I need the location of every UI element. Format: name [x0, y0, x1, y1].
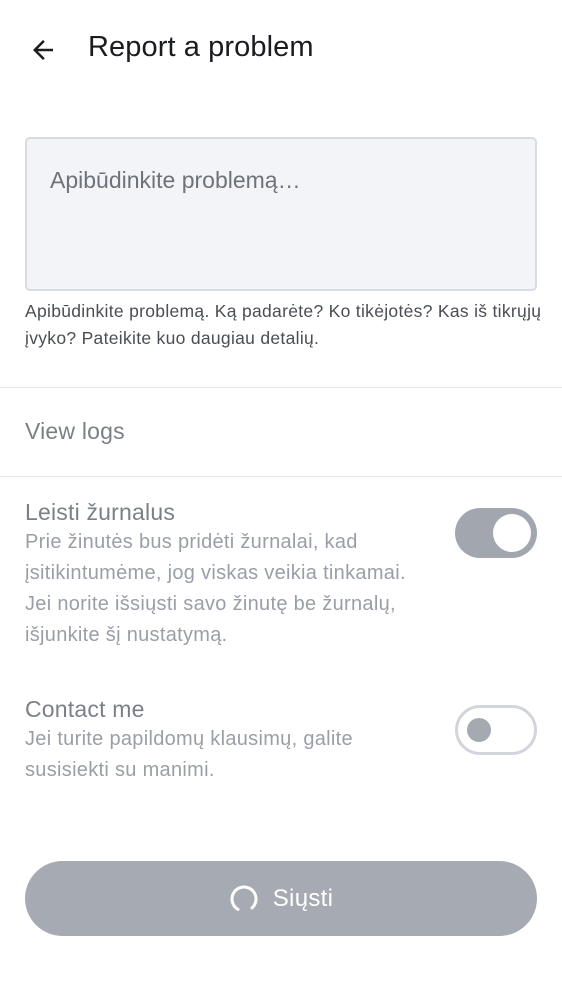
app-bar: Report a problem [0, 0, 562, 100]
arrow-left-icon [33, 40, 53, 60]
description-helper-text: Apibūdinkite problemą. Ką padarėte? Ko t… [25, 301, 542, 348]
send-button-label: Siųsti [272, 884, 334, 912]
problem-description-field[interactable] [25, 137, 537, 291]
view-logs-label: View logs [25, 418, 125, 444]
view-logs-button[interactable]: View logs [0, 388, 562, 476]
problem-description-input[interactable] [27, 139, 535, 289]
back-button[interactable] [22, 29, 64, 71]
setting-allow-logs: Leisti žurnalus Prie žinutės bus pridėti… [25, 497, 537, 651]
setting-allow-logs-description: Prie žinutės bus pridėti žurnalai, kad į… [25, 531, 406, 646]
page-title: Report a problem [88, 31, 314, 63]
setting-contact-me: Contact me Jei turite papildomų klausimų… [25, 694, 537, 786]
setting-contact-me-description: Jei turite papildomų klausimų, galite su… [25, 728, 353, 781]
divider [0, 476, 562, 477]
spinner-icon [229, 884, 259, 914]
toggle-knob [467, 718, 491, 742]
allow-logs-toggle[interactable] [455, 508, 537, 558]
contact-me-toggle[interactable] [455, 705, 537, 755]
send-button[interactable]: Siųsti [25, 861, 537, 936]
toggle-knob [493, 514, 531, 552]
